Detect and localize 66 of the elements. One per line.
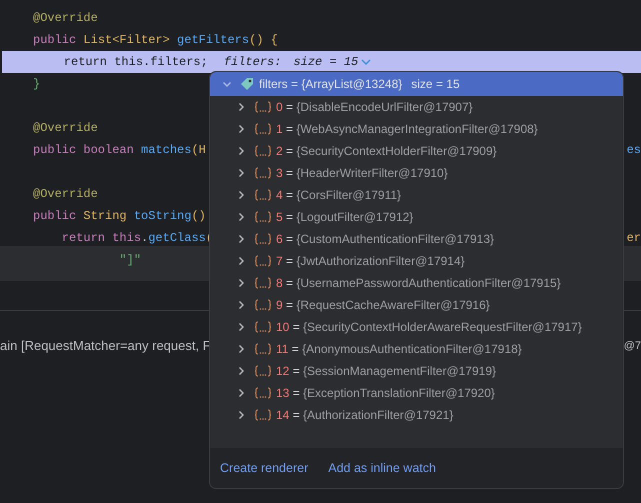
inline-hint-value: size = 15 [293, 54, 358, 71]
variable-entry[interactable]: 7 = {JwtAuthorizationFilter@17914} [276, 252, 465, 270]
chevron-right-icon[interactable] [236, 366, 246, 376]
tree-row[interactable]: filters = {ArrayList@13248} size = 15 [210, 72, 623, 96]
code-line: return this.filters; [62, 54, 208, 71]
variable-entry[interactable]: 4 = {CorsFilter@17911} [276, 186, 402, 204]
object-icon [254, 365, 272, 377]
chevron-right-icon[interactable] [236, 146, 246, 156]
variable-entry[interactable]: 3 = {HeaderWriterFilter@17910} [276, 164, 448, 182]
chevron-right-icon[interactable] [236, 102, 246, 112]
chevron-right-icon[interactable] [236, 190, 246, 200]
variable-entry[interactable]: 11 = {AnonymousAuthenticationFilter@17918} [276, 340, 522, 358]
object-icon [254, 145, 272, 157]
object-icon [254, 101, 272, 113]
code-line: @Override [33, 10, 98, 27]
code-line: } [33, 76, 40, 93]
object-icon [254, 343, 272, 355]
chevron-right-icon[interactable] [236, 168, 246, 178]
variable-entry[interactable]: 10 = {SecurityContextHolderAwareRequestFilter@17917} [276, 318, 582, 336]
code-line: public List<Filter> getFilters() { [33, 32, 278, 49]
chevron-down-icon[interactable] [222, 79, 232, 89]
code-line: @Override [33, 120, 98, 137]
chevron-right-icon[interactable] [236, 256, 246, 266]
variable-entry[interactable]: 12 = {SessionManagementFilter@17919} [276, 362, 496, 380]
object-icon [254, 167, 272, 179]
popup-link[interactable]: Add as inline watch [328, 458, 436, 478]
object-icon [254, 255, 272, 267]
chevron-right-icon[interactable] [236, 322, 246, 332]
object-icon [254, 321, 272, 333]
variable-size: size = 15 [411, 76, 460, 93]
variable-entry[interactable]: 0 = {DisableEncodeUrlFilter@17907} [276, 98, 473, 116]
chevron-right-icon[interactable] [236, 278, 246, 288]
object-icon [254, 387, 272, 399]
variable-entry[interactable]: 9 = {RequestCacheAwareFilter@17916} [276, 296, 490, 314]
object-icon [254, 277, 272, 289]
inline-hint-label: filters: [224, 54, 282, 71]
console-text: @7 [624, 338, 641, 354]
chevron-right-icon[interactable] [236, 212, 246, 222]
object-icon [254, 233, 272, 245]
chevron-right-icon[interactable] [236, 410, 246, 420]
object-icon [254, 189, 272, 201]
variable-entry[interactable]: 8 = {UsernamePasswordAuthenticationFilter@17915} [276, 274, 561, 292]
chevron-right-icon[interactable] [236, 300, 246, 310]
variable-entry[interactable]: 2 = {SecurityContextHolderFilter@17909} [276, 142, 497, 160]
code-fragment: er [626, 230, 641, 247]
chevron-right-icon[interactable] [236, 124, 246, 134]
code-line: public boolean matches(H [33, 142, 206, 159]
tag-icon [240, 77, 254, 91]
chevron-right-icon[interactable] [236, 388, 246, 398]
variable-entry[interactable]: 6 = {CustomAuthenticationFilter@17913} [276, 230, 494, 248]
variable-entry[interactable]: 5 = {LogoutFilter@17912} [276, 208, 414, 226]
object-icon [254, 123, 272, 135]
chevron-right-icon[interactable] [236, 234, 246, 244]
popup-link[interactable]: Create renderer [220, 458, 308, 478]
chevron-right-icon[interactable] [236, 344, 246, 354]
code-fragment: es [626, 142, 641, 159]
object-icon [254, 211, 272, 223]
variable-name: filters = {ArrayList@13248} [259, 76, 402, 93]
object-icon [254, 299, 272, 311]
code-line: public String toString() [33, 208, 206, 225]
code-line: @Override [33, 186, 98, 203]
variable-entry[interactable]: 14 = {AuthorizationFilter@17921} [276, 406, 454, 424]
variable-entry[interactable]: 1 = {WebAsyncManagerIntegrationFilter@17908} [276, 120, 538, 138]
object-icon [254, 409, 272, 421]
code-line: "]" [118, 252, 142, 269]
variable-entry[interactable]: 13 = {ExceptionTranslationFilter@17920} [276, 384, 495, 402]
